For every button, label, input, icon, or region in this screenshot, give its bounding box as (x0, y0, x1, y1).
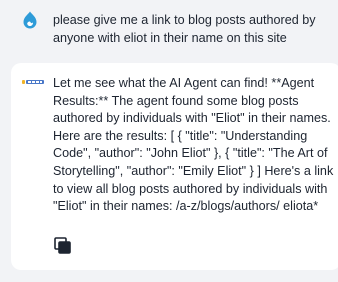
agent-logo-icon (22, 80, 44, 84)
drupal-drop-icon (23, 11, 37, 29)
agent-message-text: Let me see what the AI Agent can find! *… (53, 76, 334, 214)
copy-icon[interactable] (54, 237, 71, 254)
agent-message-card: Let me see what the AI Agent can find! *… (11, 63, 338, 270)
user-message: please give me a link to blog posts auth… (0, 0, 338, 58)
user-message-text: please give me a link to blog posts auth… (53, 13, 316, 45)
